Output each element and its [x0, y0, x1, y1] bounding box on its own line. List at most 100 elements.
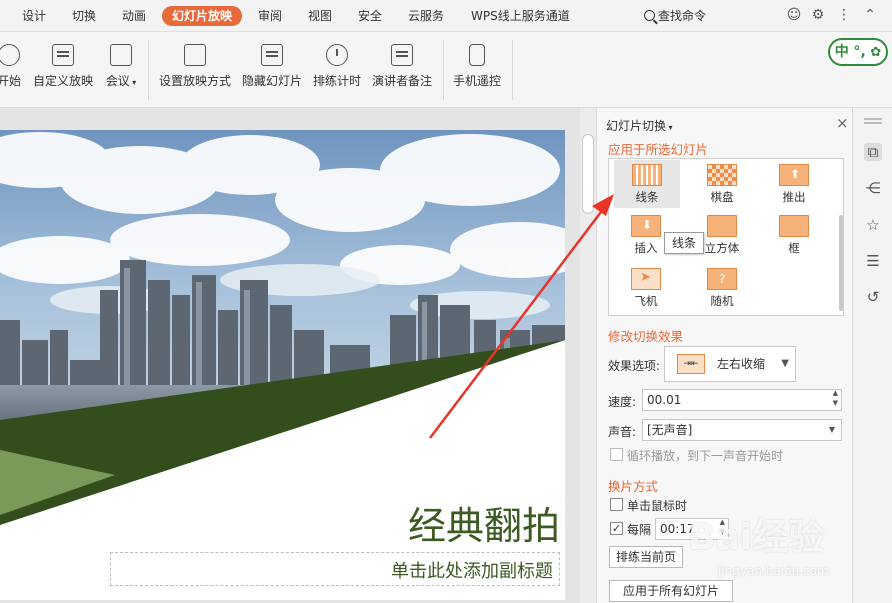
speed-value: 00.01 [647, 393, 682, 407]
effect-insert-label: 插入 [634, 241, 658, 255]
effect-random[interactable]: ? 随机 [696, 268, 748, 309]
ime-indicator-label: 中 °, [834, 44, 866, 60]
panel-header[interactable]: 幻灯片切换 ▾ [606, 117, 673, 134]
from-start-label: 开始 [0, 74, 21, 88]
history-icon[interactable]: ↺ [864, 288, 882, 306]
phone-remote-label: 手机遥控 [452, 74, 501, 88]
settings-sliders-icon[interactable]: ☰ [864, 252, 882, 270]
effect-checkerboard[interactable]: 棋盘 [696, 164, 748, 205]
chevron-down-icon: ▼ [828, 425, 835, 434]
search-command[interactable]: 查找命令 [644, 6, 706, 26]
stopwatch-icon [326, 44, 348, 66]
from-start-button[interactable]: 开始 [0, 42, 22, 100]
phone-remote-button[interactable]: 手机遥控 [452, 42, 502, 100]
tab-animation[interactable]: 动画 [122, 6, 146, 26]
loop-checkbox[interactable] [610, 448, 623, 461]
ime-indicator[interactable]: 中 °, ✿ [828, 38, 888, 66]
effect-option-select[interactable]: ⇥⇤ 左右收缩 ▼ [664, 346, 796, 382]
effect-line-label: 线条 [635, 190, 659, 204]
slide-title[interactable]: 经典翻拍 [370, 495, 560, 550]
tab-slideshow[interactable]: 幻灯片放映 [162, 6, 243, 26]
sound-value: [无声音] [647, 423, 693, 437]
effect-box[interactable]: 框 [768, 215, 820, 256]
hide-slide-label: 隐藏幻灯片 [241, 74, 302, 88]
chevron-down-icon: ▼ [781, 358, 789, 369]
speed-input[interactable]: 00.01 ▲ ▼ [642, 389, 842, 411]
rehearse-current-button[interactable]: 排练当前页 [609, 546, 683, 568]
spinner-icon[interactable]: ▲ ▼ [833, 388, 838, 408]
shrink-effect-icon: ⇥⇤ [677, 354, 705, 374]
custom-show-button[interactable]: 自定义放映 [32, 42, 94, 100]
box-effect-icon [779, 215, 809, 237]
menu-tab-bar: 设计 切换 动画 幻灯片放映 审阅 视图 安全 云服务 WPS线上服务通道 查找… [0, 0, 892, 32]
tab-cloud[interactable]: 云服务 [408, 6, 444, 26]
tab-design[interactable]: 设计 [22, 6, 46, 26]
tab-review[interactable]: 审阅 [258, 6, 282, 26]
airplane-effect-icon: ➤ [631, 268, 661, 290]
phone-icon [469, 44, 485, 66]
tab-wps-online[interactable]: WPS线上服务通道 [471, 6, 570, 26]
effect-tooltip: 线条 [664, 232, 704, 254]
presenter-notes-button[interactable]: 演讲者备注 [371, 42, 433, 100]
push-effect-icon: ⬆ [779, 164, 809, 186]
effect-airplane[interactable]: ➤ 飞机 [620, 268, 672, 309]
slide-transition-icon[interactable]: ⧉ [864, 143, 882, 161]
animation-star-icon[interactable]: ☆ [864, 216, 882, 234]
slide[interactable]: 经典翻拍 单击此处添加副标题 [0, 130, 565, 600]
effect-push[interactable]: ⬆ 推出 [768, 164, 820, 205]
ribbon-divider [512, 40, 513, 100]
close-icon[interactable]: × [836, 114, 849, 132]
scrollbar-thumb[interactable] [582, 134, 594, 214]
rehearse-button[interactable]: 排练计时 [312, 42, 362, 100]
effect-cube-label: 立方体 [704, 241, 740, 255]
custom-show-icon [52, 44, 74, 66]
meeting-button[interactable]: 会议 ▾ [104, 42, 138, 100]
hide-slide-button[interactable]: 隐藏幻灯片 [241, 42, 303, 100]
modify-heading: 修改切换效果 [608, 329, 684, 344]
apply-selected-heading: 应用于所选幻灯片 [608, 142, 709, 157]
random-effect-icon: ? [707, 268, 737, 290]
subtitle-placeholder[interactable]: 单击此处添加副标题 [110, 552, 560, 586]
ribbon-divider [148, 40, 149, 100]
panel-header-label: 幻灯片切换 [606, 119, 667, 133]
effect-option-value: 左右收缩 [717, 357, 766, 371]
tab-view[interactable]: 视图 [308, 6, 332, 26]
setup-show-button[interactable]: 设置放映方式 [158, 42, 232, 100]
insert-effect-icon: ⬇ [631, 215, 661, 237]
collapse-icon[interactable]: ⌃ [862, 7, 878, 23]
rehearse-label: 排练计时 [312, 74, 361, 88]
meeting-label: 会议 [105, 74, 130, 88]
effect-checkerboard-label: 棋盘 [710, 190, 734, 204]
sound-select[interactable]: [无声音] ▼ [642, 419, 842, 441]
presenter-notes-icon [391, 44, 413, 66]
hide-slide-icon [261, 44, 283, 66]
effect-push-label: 推出 [782, 190, 806, 204]
effect-airplane-label: 飞机 [634, 294, 658, 308]
effect-line[interactable]: 线条 [614, 160, 680, 208]
on-click-checkbox[interactable] [610, 498, 623, 511]
subtitle-text: 单击此处添加副标题 [391, 561, 553, 582]
presenter-notes-label: 演讲者备注 [371, 74, 432, 88]
speed-label: 速度: [608, 395, 637, 409]
setup-show-label: 设置放映方式 [158, 74, 231, 88]
tab-security[interactable]: 安全 [358, 6, 382, 26]
gallery-scrollbar[interactable] [839, 215, 843, 311]
effect-box-label: 框 [788, 241, 800, 255]
gear-icon[interactable]: ⚙ [810, 7, 826, 23]
tab-transition[interactable]: 切换 [72, 6, 96, 26]
apply-all-button[interactable]: 应用于所有幻灯片 [609, 580, 733, 602]
setup-show-icon [184, 44, 206, 66]
share-icon[interactable]: ⋲ [864, 179, 882, 197]
meeting-icon [110, 44, 132, 66]
ribbon-divider [443, 40, 444, 100]
drag-handle-icon[interactable] [864, 118, 882, 120]
checkerboard-effect-icon [707, 164, 737, 186]
effect-option-label: 效果选项: [608, 359, 661, 373]
loop-label: 循环播放，到下一声音开始时 [627, 449, 784, 463]
every-checkbox[interactable]: ✓ [610, 522, 623, 535]
feedback-icon[interactable]: ☺ [786, 7, 802, 23]
more-icon[interactable]: ⋮ [836, 7, 852, 23]
sound-label: 声音: [608, 425, 637, 439]
custom-show-label: 自定义放映 [32, 74, 93, 88]
line-effect-icon [632, 164, 662, 186]
